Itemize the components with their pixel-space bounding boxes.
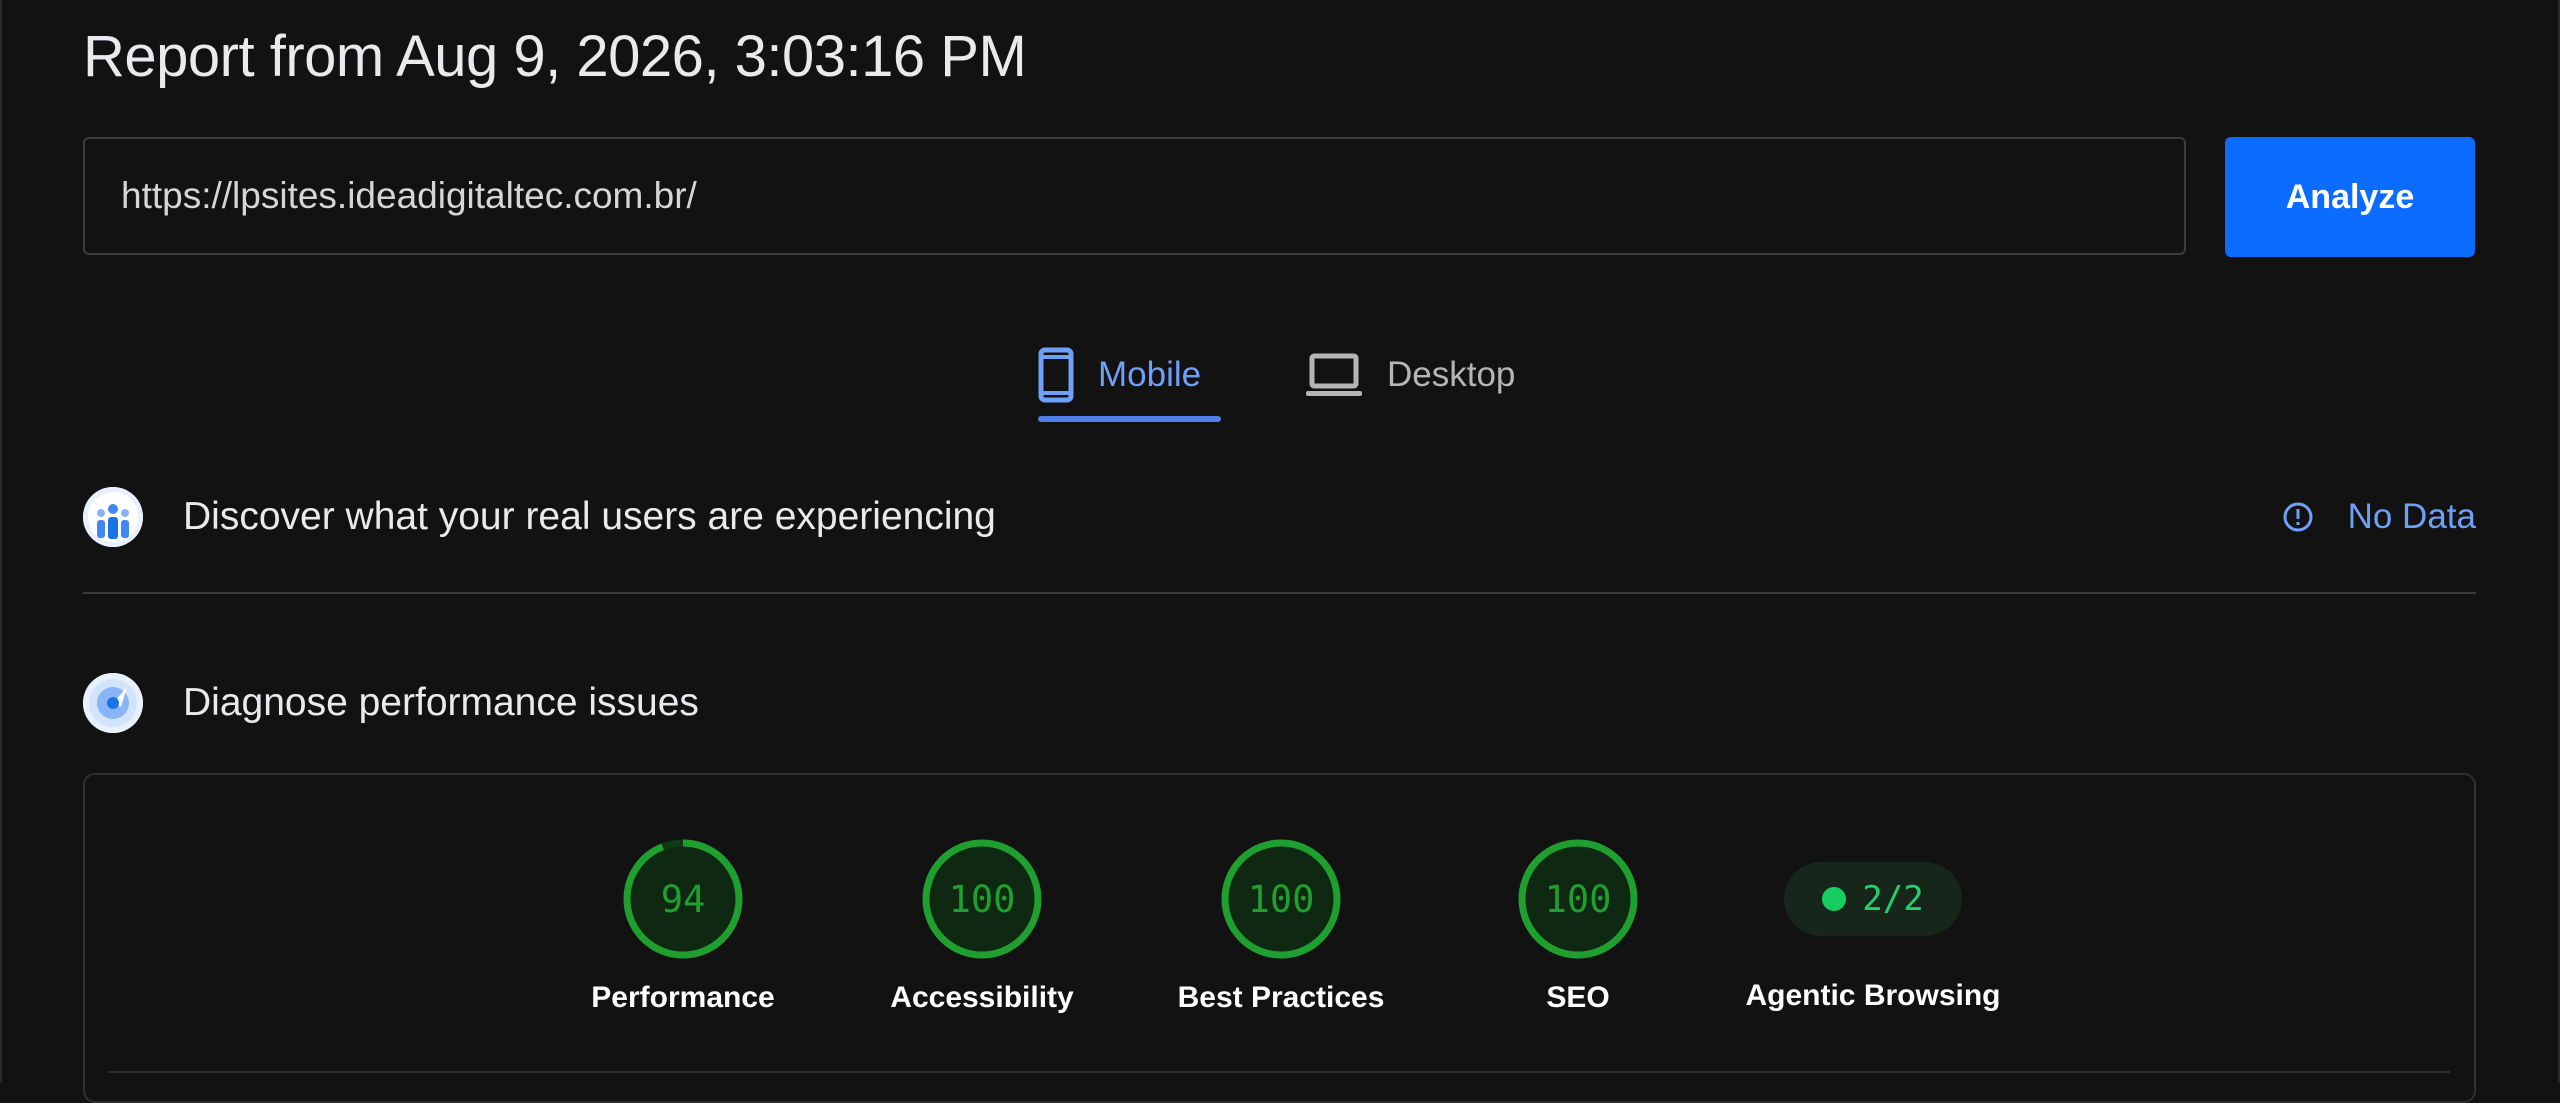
score-ring-svg: 100 [922,839,1042,959]
agentic-browsing-badge[interactable]: 2/2 Agentic Browsing [1723,837,2023,1037]
laptop-icon [1305,351,1363,399]
tab-desktop[interactable]: Desktop [1305,325,1545,425]
diagnose-section: Diagnose performance issues [83,668,2476,738]
url-field[interactable] [83,137,2186,255]
analyze-button[interactable]: Analyze [2225,137,2475,257]
section-divider [83,592,2476,594]
score-value: 100 [949,878,1016,921]
score-value: 94 [661,878,706,921]
gauge-label: Agentic Browsing [1745,979,2001,1012]
score-value: 100 [1248,878,1315,921]
gauge-ring: 100 [1516,837,1640,961]
card-divider [109,1071,2450,1073]
gauge-ring: 100 [1219,837,1343,961]
status-dot-icon [1822,887,1847,911]
score-gauge-seo[interactable]: 100 SEO [1463,837,1693,1037]
lighthouse-icon [83,673,143,733]
users-chart-icon [83,487,143,547]
gauge-label: Best Practices [1177,981,1385,1014]
no-data-label: No Data [2347,497,2476,536]
score-gauge-best-practices[interactable]: 100 Best Practices [1166,837,1396,1037]
tab-mobile[interactable]: Mobile [1038,325,1222,425]
score-gauge-performance[interactable]: 94 Performance [568,837,798,1037]
score-value: 100 [1545,878,1612,921]
gauge-label: Accessibility [890,981,1074,1014]
score-ring-svg: 100 [1221,839,1341,959]
report-page: Report from Aug 9, 2026, 3:03:16 PM Anal… [0,0,2560,1103]
scores-card: 94 Performance 100 Accessibility 100 Bes… [83,773,2476,1103]
tab-desktop-label: Desktop [1387,355,1516,394]
info-icon [2282,501,2314,533]
mobile-phone-icon [1038,347,1074,403]
real-users-section: Discover what your real users are experi… [83,482,2476,552]
score-gauge-accessibility[interactable]: 100 Accessibility [867,837,1097,1037]
score-ring-svg: 100 [1518,839,1638,959]
agentic-pill: 2/2 [1784,862,1962,936]
agentic-value: 2/2 [1862,879,1924,919]
no-data-link[interactable]: No Data [2282,482,2476,552]
real-users-heading: Discover what your real users are experi… [183,495,996,538]
diagnose-heading: Diagnose performance issues [183,681,699,724]
gauge-ring: 94 [621,837,745,961]
gauge-label: SEO [1546,981,1610,1014]
active-tab-indicator [1038,416,1221,422]
page-title: Report from Aug 9, 2026, 3:03:16 PM [83,24,1027,89]
gauge-ring: 100 [920,837,1044,961]
url-input[interactable] [121,139,2121,253]
score-ring-svg: 94 [623,839,743,959]
gauge-label: Performance [591,981,775,1014]
tab-mobile-label: Mobile [1098,355,1202,394]
